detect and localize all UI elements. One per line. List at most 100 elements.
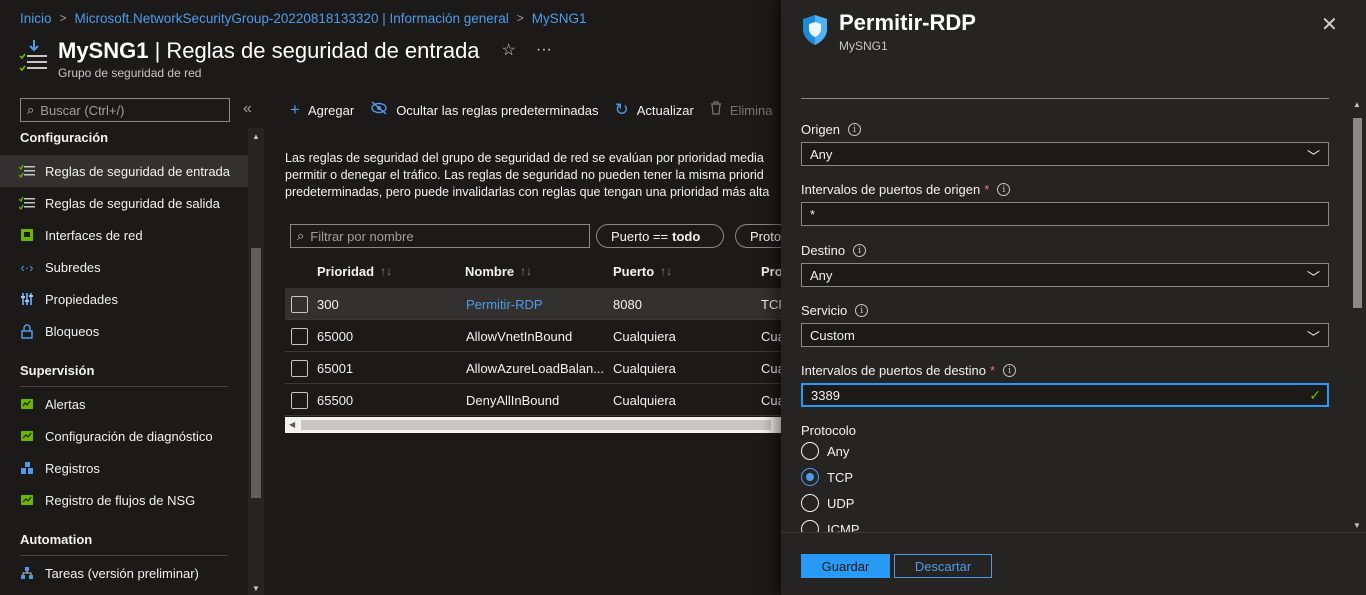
sidebar-item-inbound-rules[interactable]: Reglas de seguridad de entrada [0, 155, 248, 187]
sidebar-item-alerts[interactable]: Alertas [0, 388, 248, 420]
sidebar-scrollbar-thumb[interactable] [251, 248, 261, 498]
scroll-left-icon[interactable]: ◀ [289, 420, 295, 429]
cell-protocol: TCP [761, 296, 781, 312]
sidebar-scrollbar[interactable]: ▲ ▼ [248, 128, 264, 595]
info-icon[interactable]: i [853, 244, 867, 257]
servicio-select[interactable]: Custom ﹀ [801, 323, 1329, 347]
outbound-rules-icon [18, 195, 36, 211]
column-header-protocol[interactable]: Pro [761, 256, 783, 286]
sidebar-item-tasks[interactable]: Tareas (versión preliminar) [0, 557, 248, 589]
cell-priority: 65001 [317, 360, 354, 376]
breadcrumb-mysng1[interactable]: MySNG1 [532, 11, 587, 26]
scroll-down-icon[interactable]: ▼ [252, 584, 260, 593]
panel-scrollbar-thumb[interactable] [1353, 118, 1362, 308]
radio-label: UDP [827, 495, 855, 511]
discard-button[interactable]: Descartar [894, 554, 992, 578]
sort-icon[interactable]: ↑↓ [660, 264, 672, 278]
row-checkbox[interactable] [291, 296, 308, 313]
origen-select[interactable]: Any ﹀ [801, 142, 1329, 166]
network-interface-icon [18, 227, 36, 243]
table-row[interactable]: 300 Permitir-RDP 8080 TCP [285, 288, 781, 320]
destination-ports-label: Intervalos de puertos de destino * i [801, 363, 1017, 378]
sidebar-item-nsg-flow-logs[interactable]: Registro de flujos de NSG [0, 484, 248, 516]
edit-rule-panel: Permitir-RDP MySNG1 ✕ Origen i Any ﹀ Inter… [781, 0, 1366, 595]
breadcrumb-home[interactable]: Inicio [20, 11, 52, 26]
logs-icon [18, 460, 36, 476]
table-row[interactable]: 65000 AllowVnetInBound Cualquiera Cua [285, 320, 781, 352]
panel-scrollbar[interactable]: ▲ ▼ [1349, 98, 1366, 532]
destination-ports-value: 3389 [811, 387, 840, 403]
info-icon[interactable]: i [997, 183, 1011, 196]
chevron-down-icon: ﹀ [1306, 270, 1320, 285]
sidebar-item-subnets[interactable]: ‹·› Subredes [0, 251, 248, 283]
sidebar-item-label: Registros [45, 460, 100, 476]
sidebar-item-logs[interactable]: Registros [0, 452, 248, 484]
subnet-icon: ‹·› [20, 259, 34, 275]
radio-circle[interactable] [801, 494, 819, 512]
info-icon[interactable]: i [848, 123, 862, 136]
save-button[interactable]: Guardar [801, 554, 890, 578]
radio-circle[interactable] [801, 520, 819, 532]
scroll-down-icon[interactable]: ▼ [1353, 521, 1361, 530]
sort-icon[interactable]: ↑↓ [520, 264, 532, 278]
protocol-filter-pill[interactable]: Proto [735, 224, 781, 248]
refresh-button[interactable]: ↻ Actualizar [615, 100, 694, 120]
protocol-radio-any[interactable]: Any [801, 442, 849, 460]
delete-button[interactable]: Elimina [710, 100, 773, 120]
column-header-name[interactable]: Nombre ↑↓ [465, 256, 532, 286]
sidebar-search-input[interactable]: ⌕ Buscar (Ctrl+/) [20, 98, 230, 122]
collapse-sidebar-icon[interactable]: « [243, 100, 252, 118]
table-horizontal-scrollbar[interactable]: ◀ [285, 417, 781, 433]
breadcrumb-nsg-overview[interactable]: Microsoft.NetworkSecurityGroup-202208181… [75, 11, 509, 26]
close-icon[interactable]: ✕ [1321, 12, 1338, 37]
radio-circle-selected[interactable] [801, 468, 819, 486]
sidebar-item-diagnostic-settings[interactable]: Configuración de diagnóstico [0, 420, 248, 452]
source-ports-input[interactable]: * [801, 202, 1329, 226]
table-row[interactable]: 65500 DenyAllInBound Cualquiera Cua [285, 384, 781, 416]
sidebar-item-network-interfaces[interactable]: Interfaces de red [0, 219, 248, 251]
column-header-priority[interactable]: Prioridad ↑↓ [317, 256, 392, 286]
sidebar-item-label: Interfaces de red [45, 227, 143, 243]
table-row[interactable]: 65001 AllowAzureLoadBalan... Cualquiera … [285, 352, 781, 384]
sidebar-item-outbound-rules[interactable]: Reglas de seguridad de salida [0, 187, 248, 219]
table-scrollbar-thumb[interactable] [301, 420, 771, 430]
favorite-star-icon[interactable]: ☆ [502, 40, 516, 60]
destination-ports-input[interactable]: 3389 ✓ [801, 383, 1329, 407]
row-checkbox[interactable] [291, 360, 308, 377]
add-button[interactable]: + Agregar [290, 100, 354, 120]
portal-root: Inicio > Microsoft.NetworkSecurityGroup-… [0, 0, 1366, 595]
page-title-resource: MySNG1 [58, 38, 149, 63]
destino-select[interactable]: Any ﹀ [801, 263, 1329, 287]
sort-icon[interactable]: ↑↓ [380, 264, 392, 278]
protocol-radio-icmp[interactable]: ICMP [801, 520, 860, 532]
filter-placeholder: Filtrar por nombre [310, 228, 414, 244]
info-icon[interactable]: i [855, 304, 869, 317]
radio-circle[interactable] [801, 442, 819, 460]
info-icon[interactable]: i [1003, 364, 1017, 377]
radio-label: TCP [827, 469, 853, 485]
cell-priority: 300 [317, 296, 339, 312]
row-checkbox[interactable] [291, 392, 308, 409]
sidebar-section-supervision: Supervisión [20, 363, 95, 378]
scroll-up-icon[interactable]: ▲ [1353, 100, 1361, 109]
delete-button-label: Elimina [729, 102, 773, 118]
column-header-label: Puerto [613, 263, 655, 279]
scroll-up-icon[interactable]: ▲ [252, 132, 260, 141]
sidebar-item-label: Reglas de seguridad de salida [45, 195, 220, 211]
filter-by-name-input[interactable]: ⌕ Filtrar por nombre [290, 224, 590, 248]
sidebar-search-placeholder: Buscar (Ctrl+/) [40, 102, 125, 118]
more-actions-icon[interactable]: ··· [536, 41, 552, 59]
column-header-port[interactable]: Puerto ↑↓ [613, 256, 672, 286]
hide-default-rules-button[interactable]: Ocultar las reglas predeterminadas [370, 100, 599, 120]
sidebar-item-properties[interactable]: Propiedades [0, 283, 248, 315]
cell-priority: 65000 [317, 328, 354, 344]
sidebar-item-locks[interactable]: Bloqueos [0, 315, 248, 347]
row-checkbox[interactable] [291, 328, 308, 345]
origen-label: Origen i [801, 122, 862, 137]
protocol-radio-udp[interactable]: UDP [801, 494, 854, 512]
protocol-radio-tcp[interactable]: TCP [801, 468, 853, 486]
field-label-text: Intervalos de puertos de origen [801, 182, 981, 197]
radio-label: ICMP [827, 521, 860, 533]
port-filter-pill[interactable]: Puerto == todo [596, 224, 724, 248]
cell-name-link[interactable]: Permitir-RDP [466, 288, 543, 320]
